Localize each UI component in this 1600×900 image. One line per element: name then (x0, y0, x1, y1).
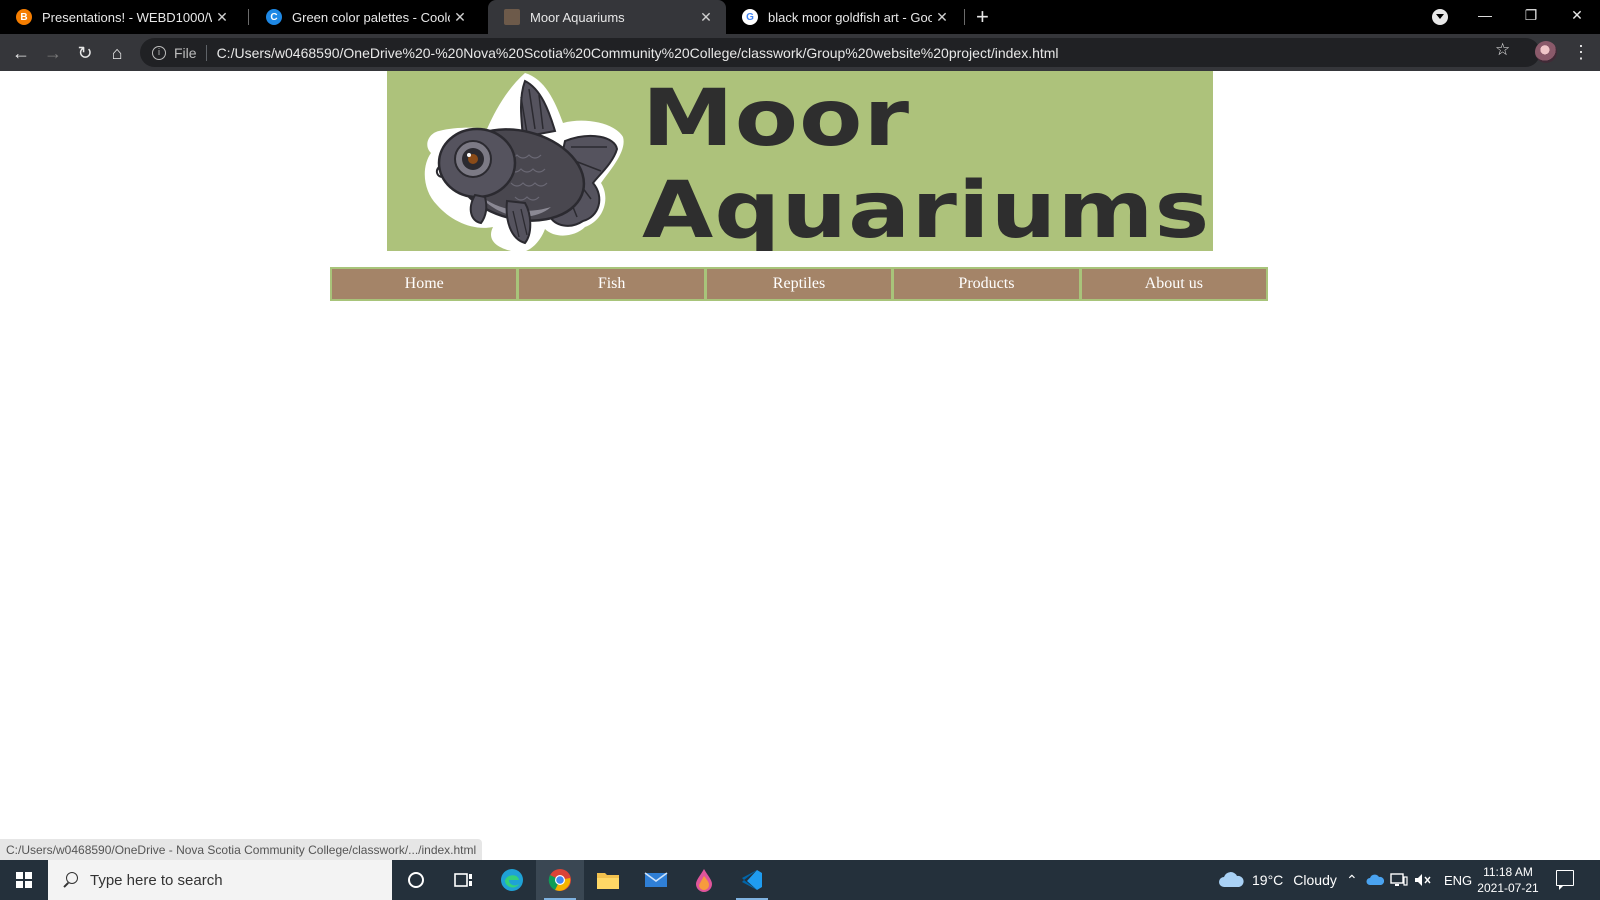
site-title: Moor Aquariums (642, 73, 1213, 251)
nav-about-us[interactable]: About us (1081, 269, 1267, 299)
black-moor-goldfish-image (424, 73, 624, 251)
blogger-icon: B (16, 9, 32, 25)
tab-moor-aquariums[interactable]: Moor Aquariums ✕ (488, 0, 726, 34)
tab-google-search[interactable]: G black moor goldfish art - Google ✕ (726, 0, 962, 34)
tab-presentations[interactable]: B Presentations! - WEBD1000/Web ✕ (0, 0, 242, 34)
link-status-bar: C:/Users/w0468590/OneDrive - Nova Scotia… (0, 839, 483, 860)
tab-title: black moor goldfish art - Google (768, 9, 932, 25)
search-placeholder: Type here to search (90, 871, 223, 889)
nav-fish[interactable]: Fish (519, 269, 704, 299)
close-icon[interactable]: ✕ (212, 9, 232, 26)
tab-title: Presentations! - WEBD1000/Web (42, 9, 212, 25)
nav-reptiles[interactable]: Reptiles (706, 269, 892, 299)
coolors-icon: C (266, 9, 282, 25)
address-bar[interactable]: i File C:/Users/w0468590/OneDrive%20-%20… (140, 38, 1540, 67)
windows-logo-icon (16, 872, 32, 888)
start-button[interactable] (0, 860, 48, 900)
tab-title: Green color palettes - Coolors (292, 9, 450, 25)
language-indicator[interactable]: ENG (1444, 860, 1472, 900)
tab-divider (964, 9, 965, 25)
tab-divider (248, 9, 249, 25)
onedrive-icon[interactable] (1366, 860, 1384, 900)
forward-icon[interactable]: → (40, 40, 66, 66)
tab-search-icon[interactable] (1432, 9, 1448, 25)
clock-date: 2021-07-21 (1477, 881, 1539, 895)
windows-taskbar: Type here to search 19°C Cloudy ⌃ ENG 11… (0, 860, 1600, 900)
page-viewport: Moor Aquariums Home Fish Reptiles Produc… (0, 71, 1600, 860)
color-app-icon[interactable] (680, 860, 728, 900)
site-title-line1: Moor (642, 74, 911, 164)
close-icon[interactable]: ✕ (450, 9, 470, 26)
reload-icon[interactable]: ↻ (72, 40, 98, 66)
network-icon[interactable] (1390, 860, 1408, 900)
site-title-line2: Aquariums (642, 166, 1211, 251)
restore-icon[interactable]: ❐ (1508, 0, 1554, 30)
volume-muted-icon[interactable] (1414, 860, 1432, 900)
info-icon[interactable]: i (152, 45, 166, 60)
weather-condition: Cloudy (1293, 872, 1337, 888)
weather-widget[interactable]: 19°C Cloudy (1218, 860, 1337, 900)
home-icon[interactable]: ⌂ (104, 40, 130, 66)
browser-toolbar: ← → ↻ ⌂ i File C:/Users/w0468590/OneDriv… (0, 34, 1600, 71)
file-explorer-icon[interactable] (584, 860, 632, 900)
tab-coolors[interactable]: C Green color palettes - Coolors ✕ (250, 0, 480, 34)
chrome-icon[interactable] (536, 860, 584, 900)
taskbar-search-box[interactable]: Type here to search (48, 860, 392, 900)
nav-products[interactable]: Products (894, 269, 1079, 299)
clock-time: 11:18 AM (1483, 865, 1533, 879)
window-close-icon[interactable]: ✕ (1554, 0, 1600, 30)
google-icon: G (742, 9, 758, 25)
back-icon[interactable]: ← (8, 40, 34, 66)
browser-tab-strip: B Presentations! - WEBD1000/Web ✕ C Gree… (0, 0, 1600, 34)
close-icon[interactable]: ✕ (696, 9, 716, 26)
profile-avatar[interactable] (1535, 41, 1557, 63)
minimize-icon[interactable]: ― (1462, 0, 1508, 30)
new-tab-button[interactable]: + (976, 5, 989, 29)
url-text[interactable]: C:/Users/w0468590/OneDrive%20-%20Nova%20… (217, 45, 1059, 61)
tab-title: Moor Aquariums (530, 9, 625, 25)
notification-center-icon[interactable] (1556, 870, 1574, 890)
task-view-icon[interactable] (440, 860, 488, 900)
page-thumbnail-icon (504, 9, 520, 25)
menu-kebab-icon[interactable]: ⋮ (1572, 41, 1590, 63)
close-icon[interactable]: ✕ (932, 9, 952, 26)
vscode-icon[interactable] (728, 860, 776, 900)
taskbar-clock[interactable]: 11:18 AM 2021-07-21 (1474, 864, 1542, 896)
edge-icon[interactable] (488, 860, 536, 900)
search-icon (62, 872, 78, 888)
nav-home[interactable]: Home (332, 269, 517, 299)
site-nav: Home Fish Reptiles Products About us (330, 267, 1268, 301)
cortana-icon[interactable] (392, 860, 440, 900)
site-banner: Moor Aquariums (387, 71, 1213, 251)
scheme-label: File (174, 44, 207, 61)
cloud-icon (1219, 872, 1244, 887)
show-hidden-icons-chevron-icon[interactable]: ⌃ (1346, 860, 1358, 900)
mail-icon[interactable] (632, 860, 680, 900)
bookmark-star-icon[interactable]: ☆ (1495, 40, 1510, 60)
weather-temp: 19°C (1252, 872, 1284, 888)
